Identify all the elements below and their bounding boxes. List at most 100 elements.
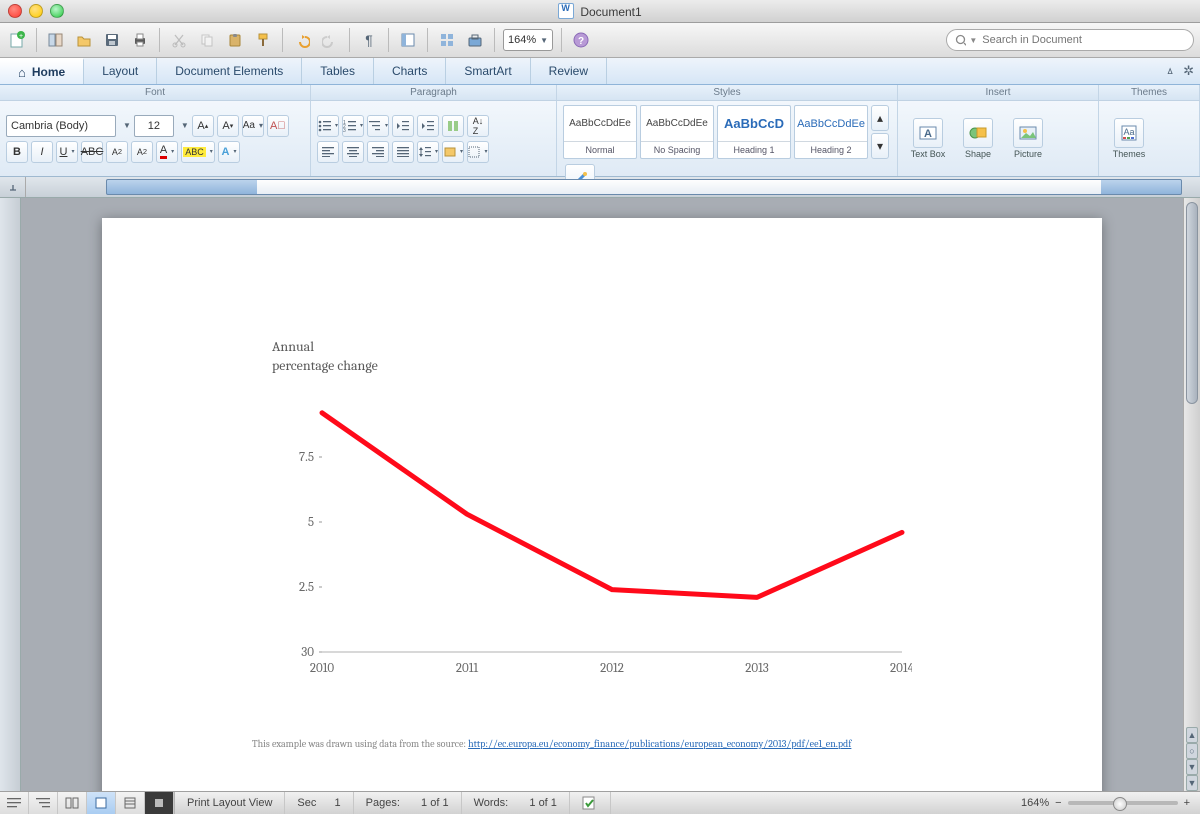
zoom-window-button[interactable] [50,4,64,18]
prev-page-button[interactable]: ▲ [1186,727,1198,743]
tab-tables[interactable]: Tables [302,58,374,84]
sidebar-toggle-button[interactable] [397,29,419,51]
font-color-button[interactable]: A▾ [156,141,178,163]
insert-shape-button[interactable]: Shape [954,116,1002,162]
document-page[interactable]: Annual percentage change 302.557.5201020… [102,218,1102,791]
print-button[interactable] [129,29,151,51]
next-page-button[interactable]: ▼ [1186,759,1198,775]
themes-button[interactable]: Aa Themes [1105,116,1153,162]
zoom-out-button[interactable]: − [1055,797,1061,809]
grow-font-button[interactable]: A▴ [192,115,214,137]
underline-button[interactable]: U▾ [56,141,78,163]
line-spacing-button[interactable]: ▾ [417,141,439,163]
style-heading-1[interactable]: AaBbCcD Heading 1 [717,105,791,159]
chevron-down-icon[interactable]: ▼ [123,121,131,130]
ribbon-collapse-button[interactable]: ㅿ [1165,63,1175,79]
focus-view-button[interactable] [145,792,174,814]
style-heading-2[interactable]: AaBbCcDdEe Heading 2 [794,105,868,159]
gallery-button[interactable] [436,29,458,51]
show-formatting-button[interactable]: ¶ [358,29,380,51]
bullets-button[interactable]: ▾ [317,115,339,137]
redo-button[interactable] [319,29,341,51]
format-painter-button[interactable] [252,29,274,51]
zoom-slider[interactable] [1068,801,1178,805]
justify-button[interactable] [392,141,414,163]
notebook-view-button[interactable] [116,792,145,814]
text-effects-button[interactable]: A▾ [218,141,240,163]
undo-button[interactable] [291,29,313,51]
copy-button[interactable] [196,29,218,51]
status-pages[interactable]: Pages: 1 of 1 [354,792,462,814]
help-button[interactable]: ? [570,29,592,51]
styles-scroll-up[interactable]: ▴ [871,105,889,131]
zoom-value[interactable]: 164% [1021,797,1049,809]
highlight-button[interactable]: ABC▾ [181,141,215,163]
sort-button[interactable]: A↓Z [467,115,489,137]
toolbox-button[interactable] [464,29,486,51]
status-section[interactable]: Sec 1 [285,792,353,814]
templates-button[interactable] [45,29,67,51]
close-window-button[interactable] [8,4,22,18]
save-button[interactable] [101,29,123,51]
tab-document-elements[interactable]: Document Elements [157,58,302,84]
draft-view-button[interactable] [0,792,29,814]
tab-home[interactable]: Home [0,58,84,84]
decrease-indent-button[interactable] [392,115,414,137]
status-spellcheck[interactable] [570,792,611,814]
svg-text:?: ? [578,36,584,47]
borders-button[interactable]: ▾ [467,141,489,163]
clear-formatting-button[interactable]: A⃠ [267,115,289,137]
superscript-button[interactable]: A2 [106,141,128,163]
insert-text-box-button[interactable]: A Text Box [904,116,952,162]
zoom-slider-thumb[interactable] [1113,797,1127,811]
chevron-down-icon[interactable]: ▼ [181,121,189,130]
subscript-button[interactable]: A2 [131,141,153,163]
horizontal-ruler[interactable] [106,179,1182,195]
vertical-scrollbar[interactable]: ▲ ○ ▼ ▼ [1183,198,1200,791]
tab-charts[interactable]: Charts [374,58,446,84]
style-no-spacing[interactable]: AaBbCcDdEe No Spacing [640,105,714,159]
search-field[interactable]: ▼ [946,29,1194,51]
align-left-button[interactable] [317,141,339,163]
tab-stop-selector[interactable] [0,177,26,197]
source-link[interactable]: http://ec.europa.eu/economy_finance/publ… [468,738,851,750]
ribbon-options-button[interactable]: ✲ [1183,63,1194,79]
tab-smartart[interactable]: SmartArt [446,58,530,84]
shading-button[interactable]: ▾ [442,141,464,163]
paste-button[interactable] [224,29,246,51]
print-layout-view-button[interactable] [87,792,116,814]
styles-scroll-down[interactable]: ▾ [871,133,889,159]
open-button[interactable] [73,29,95,51]
tab-layout[interactable]: Layout [84,58,157,84]
font-name-combo[interactable]: Cambria (Body) [6,115,116,137]
document-scroll-area[interactable]: Annual percentage change 302.557.5201020… [21,198,1183,791]
style-normal[interactable]: AaBbCcDdEe Normal [563,105,637,159]
numbering-button[interactable]: 123▾ [342,115,364,137]
align-right-button[interactable] [367,141,389,163]
bold-button[interactable]: B [6,141,28,163]
shrink-font-button[interactable]: A▾ [217,115,239,137]
font-size-combo[interactable]: 12 [134,115,174,137]
insert-picture-button[interactable]: Picture [1004,116,1052,162]
new-doc-button[interactable]: + [6,29,28,51]
scroll-down-button[interactable]: ▼ [1186,775,1198,791]
publishing-view-button[interactable] [58,792,87,814]
scrollbar-thumb[interactable] [1186,202,1198,404]
increase-indent-button[interactable] [417,115,439,137]
minimize-window-button[interactable] [29,4,43,18]
browse-object-button[interactable]: ○ [1186,743,1198,759]
tab-review[interactable]: Review [531,58,607,84]
multilevel-list-button[interactable]: ▾ [367,115,389,137]
align-center-button[interactable] [342,141,364,163]
text-direction-button[interactable] [442,115,464,137]
change-case-button[interactable]: Aa▾ [242,115,264,137]
italic-button[interactable]: I [31,141,53,163]
zoom-combo[interactable]: 164%▼ [503,29,553,51]
outline-view-button[interactable] [29,792,58,814]
zoom-in-button[interactable]: + [1184,797,1190,809]
search-input[interactable] [980,33,1185,47]
vertical-ruler[interactable] [0,198,21,791]
cut-button[interactable] [168,29,190,51]
status-words[interactable]: Words: 1 of 1 [462,792,570,814]
strikethrough-button[interactable]: ABC [81,141,103,163]
